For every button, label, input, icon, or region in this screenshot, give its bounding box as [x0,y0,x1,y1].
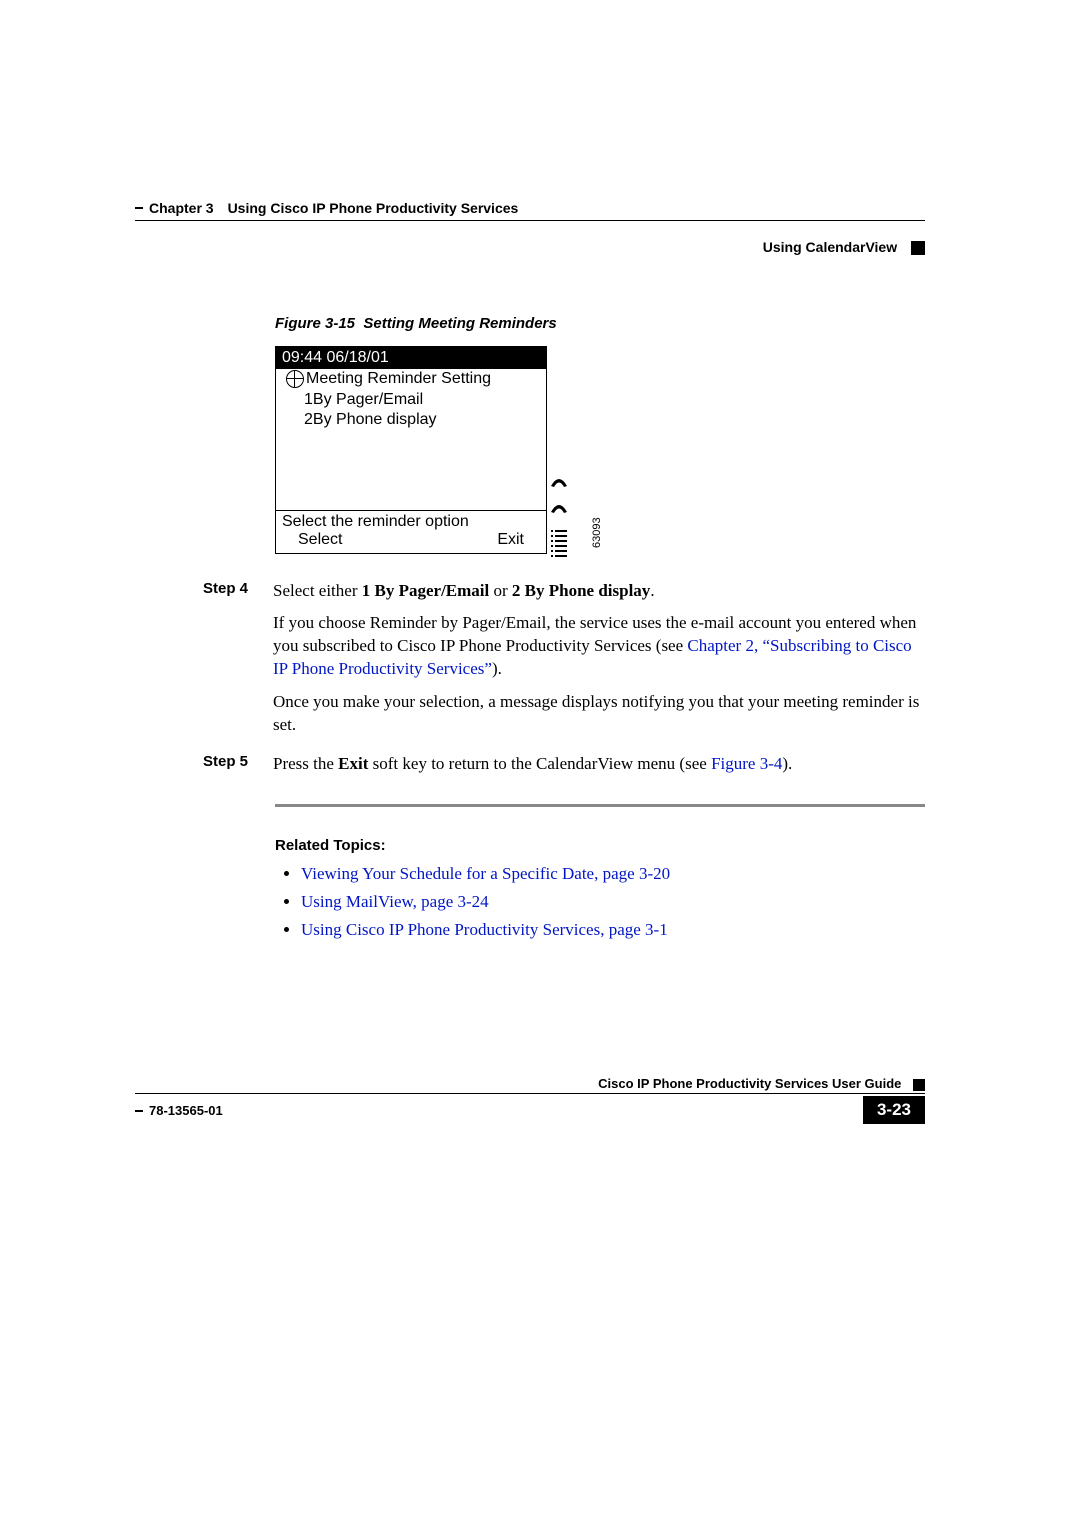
related-link-3[interactable]: Using Cisco IP Phone Productivity Servic… [301,920,668,939]
related-link-2[interactable]: Using MailView, page 3-24 [301,892,489,911]
related-topics-heading: Related Topics: [275,837,925,854]
handset-icon [549,502,569,518]
footer-guide-title: Cisco IP Phone Productivity Services Use… [598,1076,901,1091]
step-5-label: Step 5 [203,753,273,786]
phone-option-2: 2By Phone display [276,410,546,430]
footer-page-number: 3-23 [863,1096,925,1124]
step-4-body: Select either 1 By Pager/Email or 2 By P… [273,580,925,748]
section-header: Using CalendarView [763,239,897,255]
list-icon [549,528,569,544]
phone-side-icons [549,450,573,554]
step-5-body: Press the Exit soft key to return to the… [273,753,925,786]
phone-option-1: 1By Pager/Email [276,390,546,410]
globe-icon [286,370,304,388]
handset-icon [549,476,569,492]
related-link-1[interactable]: Viewing Your Schedule for a Specific Dat… [301,864,670,883]
softkey-exit: Exit [497,531,524,549]
step-4-label: Step 4 [203,580,273,748]
header-marker [911,241,925,255]
figure-caption: Figure 3-15 Setting Meeting Reminders [275,315,925,332]
softkey-select: Select [298,531,342,549]
section-divider [275,804,925,807]
phone-screenshot: 09:44 06/18/01 Meeting Reminder Setting … [275,346,925,553]
phone-screen-title: Meeting Reminder Setting [276,369,546,389]
link-figure-3-4[interactable]: Figure 3-4 [711,754,782,773]
phone-hint: Select the reminder option [276,510,546,531]
phone-timestamp: 09:44 06/18/01 [276,347,546,369]
footer-marker [913,1079,925,1091]
footer-doc-number: 78-13565-01 [135,1103,223,1118]
chapter-header: Chapter 3 Using Cisco IP Phone Productiv… [149,200,518,216]
